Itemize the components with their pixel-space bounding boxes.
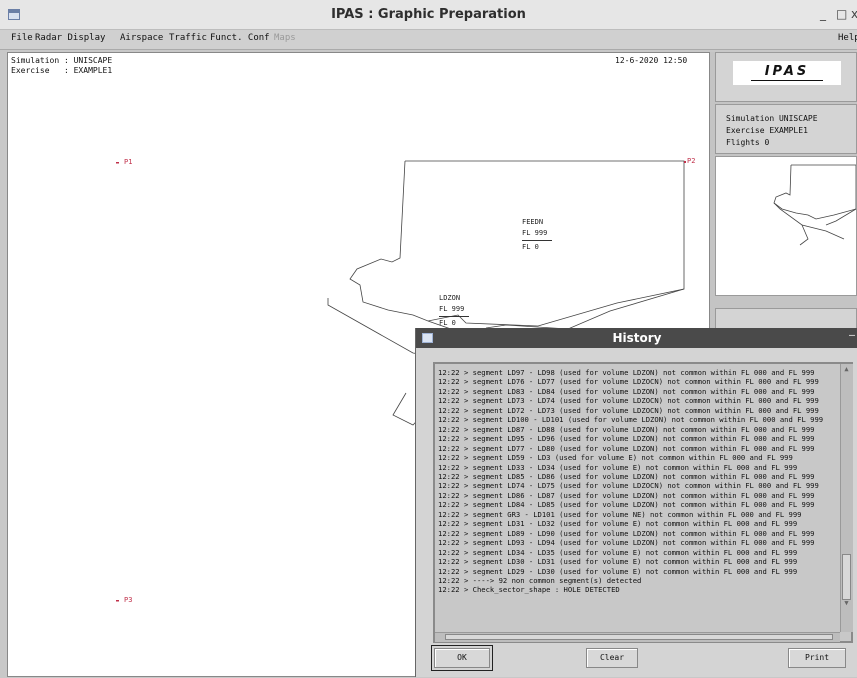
ok-button[interactable]: OK [431,645,493,671]
close-window-button[interactable]: x [851,7,857,21]
info-simulation: Simulation UNISCAPE [726,114,818,123]
sector-label-ldzon[interactable]: LDZON FL 999 FL 0 [439,293,469,329]
log-line: 12:22 > segment LD73 - LD74 (used for vo… [438,396,819,406]
sector-fl-bottom: FL 0 [522,243,539,251]
log-line: 12:22 > segment LD72 - LD73 (used for vo… [438,405,819,415]
log-line: 12:22 > segment LD31 - LD32 (used for vo… [438,519,798,529]
log-line: 12:22 > segment LD87 - LD88 (used for vo… [438,424,815,434]
log-line: 12:22 > segment LD76 - LD77 (used for vo… [438,377,819,387]
menu-bar: File Radar Display Airspace Traffic Func… [0,30,857,50]
maximize-button[interactable]: □ [836,7,847,21]
minimize-button[interactable]: _ [820,7,826,21]
log-line: 12:22 > segment LD59 - LD3 (used for vol… [438,453,793,463]
menu-airspace[interactable]: Airspace [120,33,163,43]
menu-radar-display[interactable]: Radar Display [35,33,105,43]
window-titlebar: IPAS : Graphic Preparation _ □ x [0,0,857,30]
log-line: 12:22 > segment LD97 - LD98 (used for vo… [438,368,815,377]
log-line: 12:22 > segment LD30 - LD31 (used for vo… [438,557,798,567]
info-exercise: Exercise EXAMPLE1 [726,126,808,135]
sector-separator [439,316,469,317]
history-log[interactable]: 12:22 > segment LD97 - LD98 (used for vo… [438,368,836,606]
menu-funct-conf[interactable]: Funct. Conf [210,33,270,43]
horizontal-scroll-thumb[interactable] [445,634,833,640]
scroll-down-arrow-icon[interactable]: ▼ [842,598,851,608]
point-p2-label: P2 [687,157,696,165]
vertical-scroll-thumb[interactable] [842,554,851,600]
sector-name: FEEDN [522,218,544,226]
point-p2-marker [684,161,686,163]
menu-help[interactable]: Help [838,33,857,43]
log-line: 12:22 > segment LD29 - LD30 (used for vo… [438,566,798,576]
sector-separator [522,240,552,241]
log-line: 12:22 > segment LD77 - LD80 (used for vo… [438,443,815,453]
sector-fl-top: FL 999 [439,305,465,313]
history-title: History [612,331,662,345]
history-titlebar: History ‒ [416,328,857,348]
log-line: 12:22 > ----> 92 non common segment(s) d… [438,575,642,585]
ipas-logo: IPAS [733,61,841,85]
history-dialog: History ‒ 12:22 > segment LD97 - LD98 (u… [415,328,857,677]
log-line: 12:22 > segment LD85 - LD86 (used for vo… [438,471,815,481]
log-line: 12:22 > segment LD84 - LD85 (used for vo… [438,500,815,510]
logo-underline [751,80,823,81]
point-p3-marker [116,600,119,602]
scroll-up-arrow-icon[interactable]: ▲ [842,364,851,374]
point-p1-marker [116,162,119,164]
overview-minimap[interactable] [715,156,857,296]
log-line: 12:22 > segment GR3 - LD101 (used for vo… [438,509,802,519]
log-line: 12:22 > segment LD34 - LD35 (used for vo… [438,547,798,557]
print-button[interactable]: Print [788,648,846,668]
vertical-scrollbar[interactable]: ▲ ▼ [840,364,853,632]
logo-panel: IPAS [715,52,857,102]
point-p1-label: P1 [124,158,133,166]
log-line: 12:22 > segment LD86 - LD87 (used for vo… [438,490,815,500]
log-line: 12:22 > segment LD33 - LD34 (used for vo… [438,462,798,472]
log-line: 12:22 > Check_sector_shape : HOLE DETECT… [438,585,620,595]
menu-maps: Maps [274,33,296,43]
clear-button[interactable]: Clear [586,648,638,668]
menu-traffic[interactable]: Traffic [169,33,207,43]
log-line: 12:22 > segment LD95 - LD96 (used for vo… [438,434,815,444]
menu-file[interactable]: File [11,33,33,43]
sector-name: LDZON [439,294,461,302]
logo-text: IPAS [764,64,810,79]
log-line: 12:22 > segment LD89 - LD90 (used for vo… [438,528,815,538]
feedn-sector-outline [349,160,685,327]
point-p3-label: P3 [124,596,133,604]
log-line: 12:22 > segment LD100 - LD101 (used for … [438,415,824,425]
info-flights: Flights 0 [726,138,770,147]
sector-fl-bottom: FL 0 [439,319,456,327]
history-log-frame: 12:22 > segment LD97 - LD98 (used for vo… [433,362,853,643]
sector-label-feedn[interactable]: FEEDN FL 999 FL 0 [522,217,552,253]
minimap-map [773,164,856,246]
info-text: Simulation UNISCAPE Exercise EXAMPLE1 Fl… [726,113,818,149]
sector-fl-top: FL 999 [522,229,548,237]
info-panel: Simulation UNISCAPE Exercise EXAMPLE1 Fl… [715,104,857,154]
log-line: 12:22 > segment LD93 - LD94 (used for vo… [438,538,815,548]
log-line: 12:22 > segment LD74 - LD75 (used for vo… [438,481,819,491]
log-line: 12:22 > segment LD83 - LD84 (used for vo… [438,386,815,396]
history-close-icon[interactable]: ‒ [849,330,855,341]
horizontal-scrollbar[interactable] [435,632,840,642]
window-title: IPAS : Graphic Preparation [331,7,526,22]
